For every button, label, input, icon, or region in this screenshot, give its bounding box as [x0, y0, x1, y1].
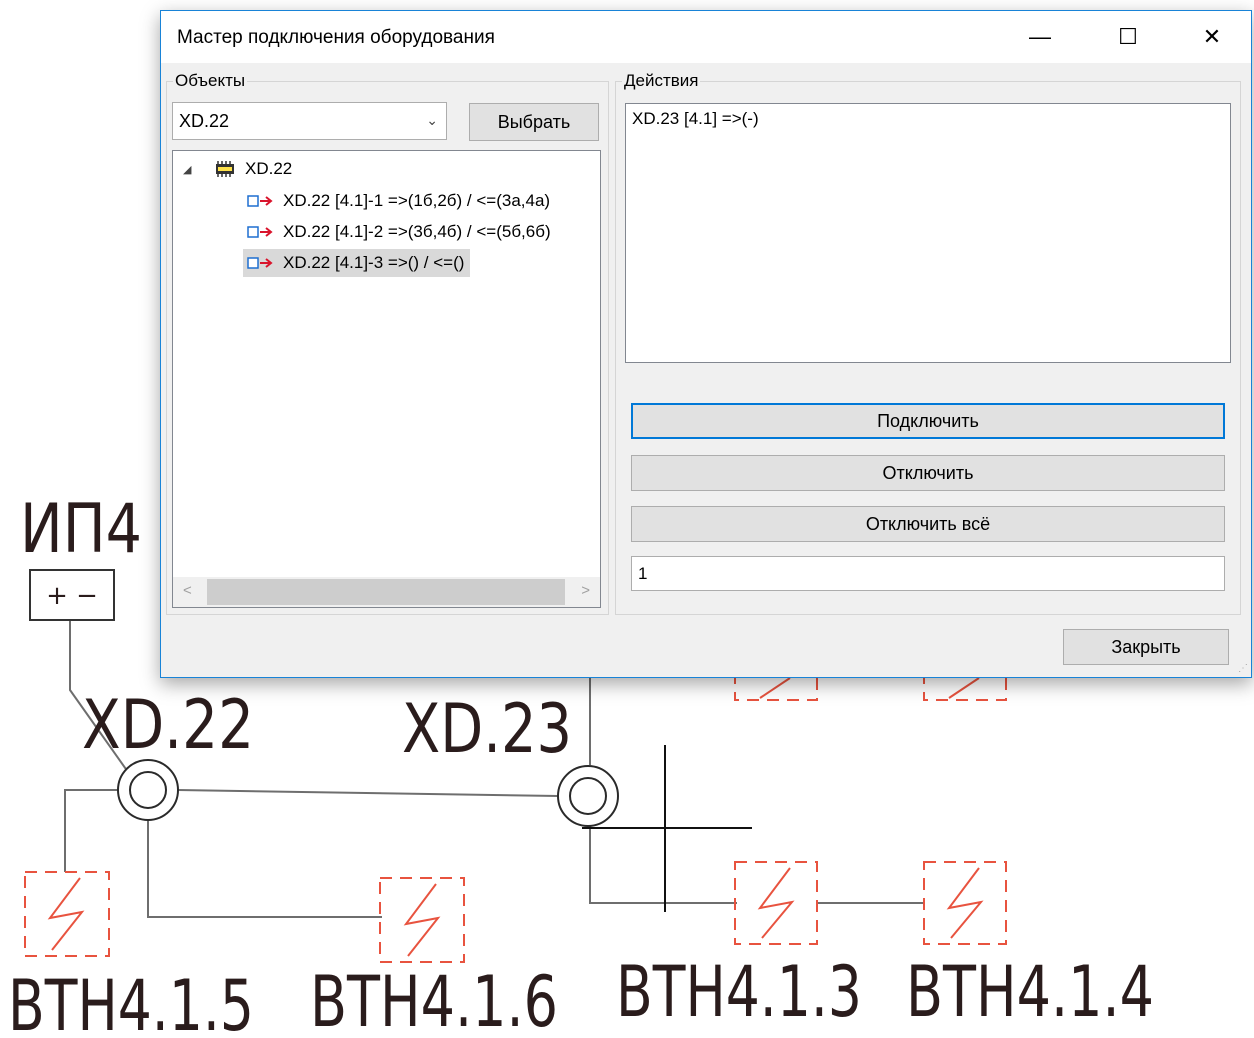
select-button[interactable]: Выбрать [469, 103, 599, 141]
connector-xd23-symbol[interactable] [557, 765, 619, 827]
actions-group-label: Действия [622, 71, 701, 91]
resize-grip-icon[interactable]: ⋰ [1238, 663, 1248, 674]
label-bth416: ВТН4.1.6 [310, 961, 558, 1038]
tree-item-selected[interactable]: XD.22 [4.1]-3 =>() / <=() [243, 249, 471, 277]
label-bth415: ВТН4.1.5 [8, 965, 254, 1038]
actions-list[interactable]: XD.23 [4.1] =>(-) [625, 103, 1231, 363]
wire-xd22-bth416 [147, 815, 382, 918]
collapse-triangle-icon: ◢ [183, 163, 192, 176]
objects-tree[interactable]: ◢ XD.22 XD.22 [4.1]-1 =>(1б,2б) / <=(3а,… [172, 150, 601, 608]
objects-group-label: Объекты [173, 71, 248, 91]
equipment-connection-dialog: Мастер подключения оборудования — ☐ ✕ Об… [160, 10, 1252, 678]
equipment-icon [216, 161, 234, 177]
window-title: Мастер подключения оборудования [177, 27, 495, 48]
maximize-button[interactable]: ☐ [1085, 11, 1171, 63]
scroll-right-icon[interactable]: > [581, 582, 590, 599]
wire-xd22-bth415 [64, 789, 121, 872]
connection-arrow-icon [247, 195, 273, 207]
minimize-button[interactable]: — [997, 11, 1083, 63]
action-line: XD.23 [4.1] =>(-) [632, 109, 759, 128]
wire-xd22-xd23 [177, 789, 559, 797]
count-field[interactable]: 1 [631, 556, 1225, 591]
connection-arrow-icon [247, 257, 273, 269]
close-window-button[interactable]: ✕ [1169, 11, 1254, 63]
disconnect-all-button[interactable]: Отключить всё [631, 506, 1225, 542]
power-source-terminals: + − [46, 581, 98, 611]
close-icon: ✕ [1202, 24, 1222, 49]
device-outline-bth413 [734, 861, 818, 945]
close-button[interactable]: Закрыть [1063, 629, 1229, 665]
tree-item-label: XD.22 [4.1]-3 =>() / <=() [283, 253, 465, 272]
tree-item[interactable]: XD.22 [4.1]-1 =>(1б,2б) / <=(3а,4а) [247, 187, 550, 215]
tree-item-label: XD.22 [4.1]-1 =>(1б,2б) / <=(3а,4а) [283, 191, 551, 210]
wire-xd23-bth413 [589, 825, 737, 904]
maximize-icon: ☐ [1118, 24, 1138, 49]
crosshair-cursor [582, 745, 752, 912]
scroll-left-icon[interactable]: < [183, 582, 192, 599]
object-combo-value: XD.22 [179, 111, 230, 131]
connector-xd22-symbol[interactable] [117, 759, 179, 821]
object-combo[interactable]: XD.22 ⌄ [172, 102, 447, 140]
tree-root-label: XD.22 [245, 159, 293, 178]
tree-item-label: XD.22 [4.1]-2 =>(3б,4б) / <=(5б,6б) [283, 222, 551, 241]
connect-button[interactable]: Подключить [631, 403, 1225, 439]
minimize-icon: — [1029, 24, 1051, 49]
label-bth414: ВТН4.1.4 [906, 951, 1154, 1033]
connection-arrow-icon [247, 226, 273, 238]
scrollbar-thumb[interactable] [207, 579, 565, 605]
count-field-value: 1 [638, 564, 648, 583]
chevron-down-icon: ⌄ [426, 112, 438, 128]
tree-horizontal-scrollbar[interactable]: < > [173, 577, 600, 607]
title-bar[interactable]: Мастер подключения оборудования — ☐ ✕ [161, 11, 1251, 63]
label-power-source: ИП4 [20, 490, 142, 569]
device-outline-bth414 [923, 861, 1007, 945]
label-xd23: XD.23 [402, 690, 572, 769]
tree-root[interactable]: ◢ XD.22 [183, 155, 292, 183]
tree-item[interactable]: XD.22 [4.1]-2 =>(3б,4б) / <=(5б,6б) [247, 218, 551, 246]
label-xd22: XD.22 [82, 686, 254, 765]
label-bth413: ВТН4.1.3 [616, 951, 862, 1033]
disconnect-button[interactable]: Отключить [631, 455, 1225, 491]
